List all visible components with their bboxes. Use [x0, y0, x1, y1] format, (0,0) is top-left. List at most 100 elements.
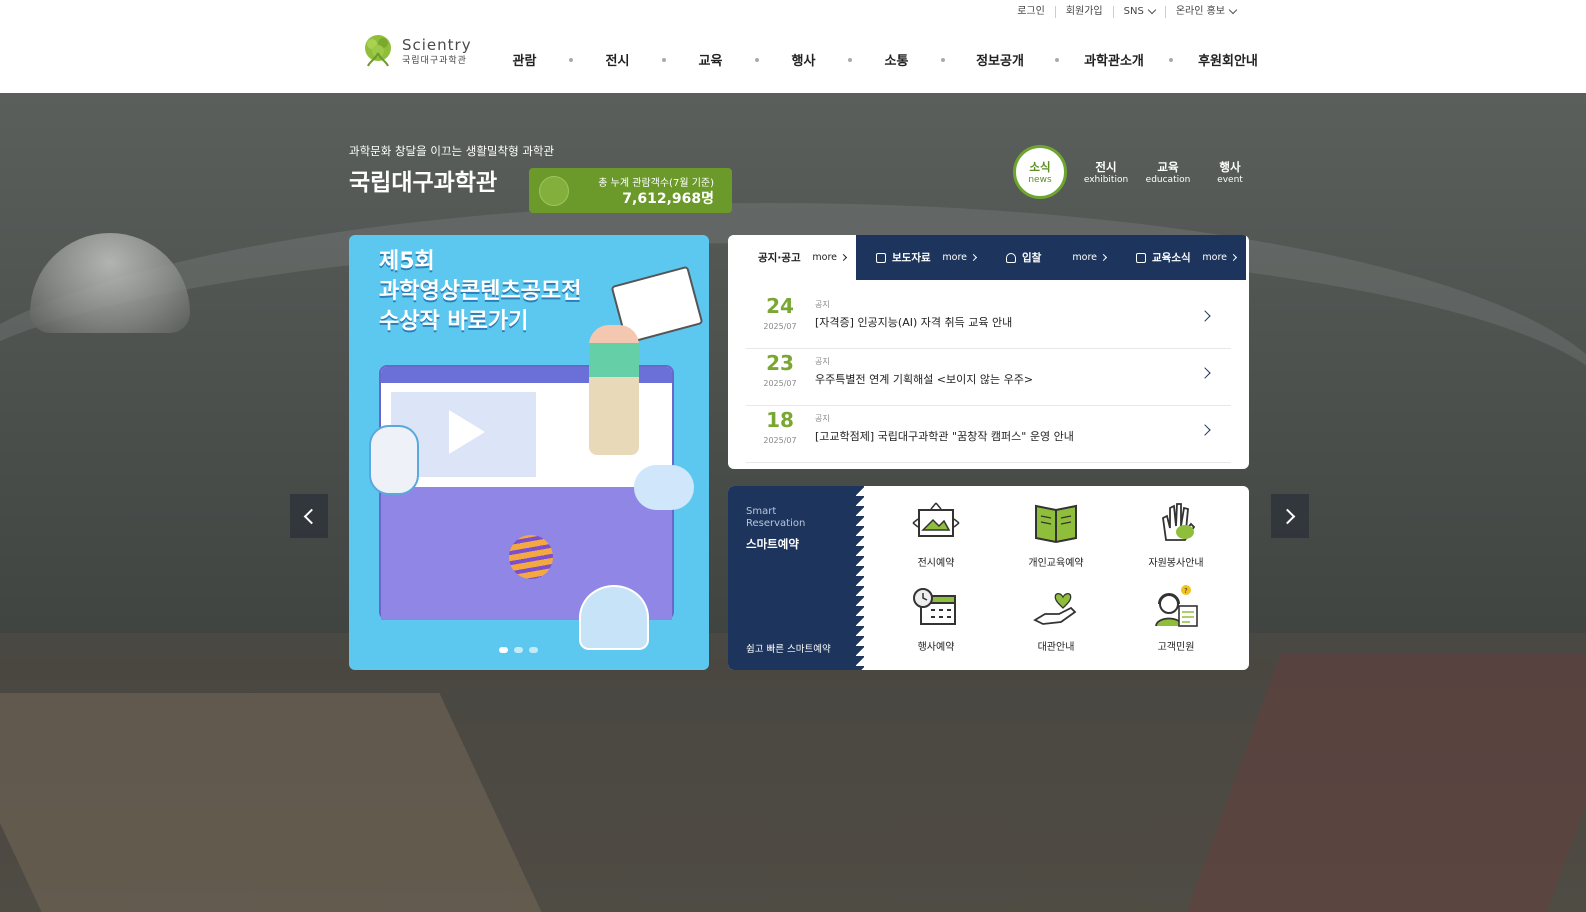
page-dot[interactable] [529, 647, 538, 653]
contest-banner[interactable]: 제5회 과학영상콘텐츠공모전 수상작 바로가기 [349, 235, 709, 670]
chevron-right-icon [969, 253, 978, 262]
item-label: 전시예약 [917, 558, 955, 569]
sns-dropdown[interactable]: SNS [1112, 5, 1165, 18]
notice-board: 공지·공고 more 보도자료 more 입찰 more 교육소식 more 2… [728, 235, 1249, 469]
chevron-down-icon [1147, 5, 1157, 15]
chevron-left-icon [303, 508, 320, 524]
visitor-counter: 총 누계 관람객수(7월 기준) 7,612,968명 [529, 168, 732, 213]
reservation-grid: 전시예약 개인교육예약 자원봉사안내 행사예약 대관안내 ? 고객민원 [876, 500, 1236, 658]
item-category: 공지 [815, 357, 830, 366]
tab-label: 공지·공고 [758, 252, 801, 264]
tab-title: 교육소식 [1136, 250, 1191, 265]
chevron-right-icon [1199, 424, 1211, 436]
chevron-down-icon [1228, 5, 1238, 15]
tab-notice[interactable]: 공지·공고 more [728, 235, 856, 280]
calendar-icon [913, 588, 956, 625]
category-tabs: 소식 news 전시 exhibition 교육 education 행사 ev… [1013, 145, 1261, 199]
item-month: 2025/07 [763, 436, 797, 445]
nav-communication[interactable]: 소통 [852, 50, 941, 69]
planet-illustration [509, 535, 553, 579]
board-tabs: 공지·공고 more 보도자료 more 입찰 more 교육소식 more [728, 235, 1249, 280]
item-title: 우주특별전 연계 기획해설 <보이지 않는 우주> [815, 373, 1034, 386]
play-icon [449, 410, 485, 454]
promo-dropdown[interactable]: 온라인 홍보 [1164, 5, 1246, 18]
list-item[interactable]: 18 2025/07 공지 [고교학점제] 국립대구과학관 "꿈창작 캠퍼스" … [746, 406, 1231, 463]
smart-reservation: Smart Reservation 스마트예약 쉽고 빠른 스마트예약 전시예약… [728, 486, 1249, 670]
item-category: 공지 [815, 414, 830, 423]
item-label: 자원봉사안내 [1148, 558, 1204, 569]
reservation-event[interactable]: 행사예약 [876, 584, 996, 658]
reservation-volunteer[interactable]: 자원봉사안내 [1116, 500, 1236, 574]
slider-next-button[interactable] [1271, 494, 1309, 538]
utility-nav: 로그인 회원가입 SNS 온라인 홍보 [1007, 5, 1246, 18]
item-title: [자격증] 인공지능(AI) 자격 취득 교육 안내 [815, 316, 1013, 329]
bell-icon [1006, 252, 1016, 263]
tree-logo-icon [365, 35, 391, 67]
dome-building [30, 233, 190, 333]
smart-title: 스마트예약 [746, 537, 799, 551]
nav-education[interactable]: 교육 [666, 50, 755, 69]
reservation-personal-education[interactable]: 개인교육예약 [996, 500, 1116, 574]
more-link[interactable]: more [1072, 252, 1108, 263]
category-label: 소식 [1029, 160, 1051, 174]
item-label: 고객민원 [1157, 642, 1195, 653]
reservation-exhibition[interactable]: 전시예약 [876, 500, 996, 574]
category-exhibition[interactable]: 전시 exhibition [1075, 159, 1137, 185]
list-item[interactable]: 24 2025/07 공지 [자격증] 인공지능(AI) 자격 취득 교육 안내 [746, 292, 1231, 349]
more-link[interactable]: more [942, 252, 978, 263]
nav-sponsor[interactable]: 후원회안내 [1173, 50, 1283, 69]
nav-visit[interactable]: 관람 [480, 50, 569, 69]
flask-illustration [579, 585, 649, 650]
more-link[interactable]: more [812, 252, 848, 263]
item-category: 공지 [815, 300, 830, 309]
chevron-right-icon [1099, 253, 1108, 262]
item-day: 18 [766, 408, 794, 432]
svg-text:?: ? [1184, 587, 1188, 595]
reservation-civil-complaint[interactable]: ? 고객민원 [1116, 584, 1236, 658]
chart-icon [1136, 252, 1146, 263]
chevron-right-icon [1199, 310, 1211, 322]
tree-badge-icon [539, 176, 569, 206]
zigzag-divider [856, 486, 864, 670]
sns-label: SNS [1123, 6, 1144, 17]
login-link[interactable]: 로그인 [1007, 6, 1055, 18]
tab-press[interactable]: 보도자료 more [856, 235, 986, 280]
reservation-rental[interactable]: 대관안내 [996, 584, 1116, 658]
item-label: 개인교육예약 [1028, 558, 1084, 569]
site-header: 로그인 회원가입 SNS 온라인 홍보 Scientry 국립대구과학관 관람 … [0, 0, 1586, 93]
site-logo[interactable]: Scientry 국립대구과학관 [360, 33, 472, 69]
join-link[interactable]: 회원가입 [1054, 6, 1113, 18]
more-label: more [1072, 252, 1097, 263]
robot-illustration [369, 425, 419, 495]
nav-disclosure[interactable]: 정보공개 [945, 50, 1055, 69]
category-label: 행사 [1219, 160, 1241, 174]
category-news[interactable]: 소식 news [1013, 145, 1067, 199]
tab-bid[interactable]: 입찰 more [986, 235, 1116, 280]
book-icon [1035, 504, 1077, 544]
more-link[interactable]: more [1202, 252, 1238, 263]
banner-title: 제5회 과학영상콘텐츠공모전 수상작 바로가기 [379, 247, 581, 337]
category-event[interactable]: 행사 event [1199, 159, 1261, 185]
hero-title: 국립대구과학관 [349, 170, 498, 196]
promo-label: 온라인 홍보 [1175, 6, 1225, 17]
nav-about[interactable]: 과학관소개 [1059, 50, 1169, 69]
item-day: 23 [766, 351, 794, 375]
item-day: 24 [766, 294, 794, 318]
tab-education-news[interactable]: 교육소식 more [1116, 235, 1246, 280]
nav-event[interactable]: 행사 [759, 50, 848, 69]
category-sublabel: exhibition [1083, 175, 1129, 185]
category-sublabel: education [1145, 175, 1191, 185]
logo-korean: 국립대구과학관 [402, 55, 467, 66]
item-title: [고교학점제] 국립대구과학관 "꿈창작 캠퍼스" 운영 안내 [815, 430, 1074, 443]
more-label: more [942, 252, 967, 263]
page-dot[interactable] [499, 647, 508, 653]
tab-title: 입찰 [1006, 250, 1041, 265]
list-item[interactable]: 23 2025/07 공지 우주특별전 연계 기획해설 <보이지 않는 우주> [746, 349, 1231, 406]
smart-en-title: Smart Reservation [746, 506, 806, 529]
category-education[interactable]: 교육 education [1137, 159, 1199, 185]
banner-line: 제5회 [379, 249, 435, 274]
nav-exhibition[interactable]: 전시 [573, 50, 662, 69]
slider-prev-button[interactable] [290, 494, 328, 538]
page-dot[interactable] [514, 647, 523, 653]
more-label: more [812, 252, 837, 263]
